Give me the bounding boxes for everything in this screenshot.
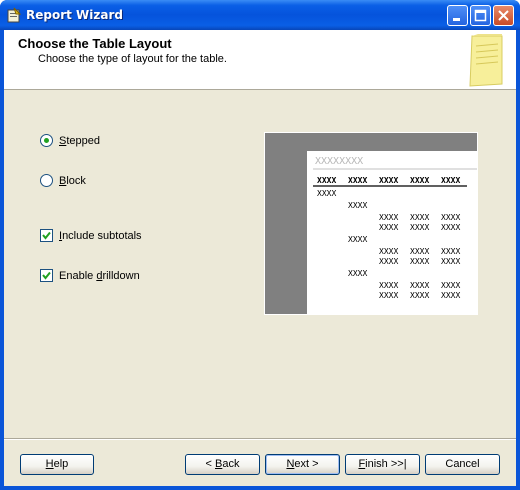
preview-table: XXXXXXXX XXXX XXXX XXXX XXXX XXXX XXXXXXXXXX… [313, 156, 477, 300]
preview-detail-cell: XXXX [441, 213, 460, 222]
preview-detail-cell: XXXX [441, 291, 460, 300]
preview-detail-cell: XXXX [441, 247, 460, 256]
title-bar[interactable]: Report Wizard [0, 0, 520, 30]
notepad-icon [469, 34, 503, 87]
include-subtotals-check[interactable] [40, 229, 53, 242]
preview-detail-cell: XXXX [410, 223, 429, 232]
block-label: Block [59, 174, 86, 187]
preview-detail-cell: XXXX [379, 213, 398, 222]
close-icon [498, 10, 509, 21]
preview-detail-cell: XXXX [410, 257, 429, 266]
preview-detail-cell: XXXX [410, 247, 429, 256]
enable-drilldown-checkbox[interactable]: Enable drilldown [40, 269, 140, 282]
preview-subgroup-cell: XXXX [348, 269, 367, 278]
close-button[interactable] [493, 5, 514, 26]
button-separator [4, 438, 516, 440]
preview-detail-cell: XXXX [379, 257, 398, 266]
finish-button[interactable]: Finish >>| [345, 454, 420, 475]
block-radio[interactable]: Block [40, 174, 86, 187]
preview-detail-cell: XXXX [410, 213, 429, 222]
preview-header-cell: XXXX [441, 176, 460, 185]
preview-detail-cell: XXXX [410, 291, 429, 300]
maximize-icon [474, 9, 487, 22]
preview-detail-cell: XXXX [379, 247, 398, 256]
next-button[interactable]: Next > [265, 454, 340, 475]
layout-preview: XXXXXXXX XXXX XXXX XXXX XXXX XXXX XXXX XXXX XX… [264, 132, 478, 315]
report-wizard-icon [7, 7, 22, 23]
stepped-label: Stepped [59, 134, 100, 147]
page-title: Choose the Table Layout [18, 36, 172, 51]
include-subtotals-checkbox[interactable]: Include subtotals [40, 229, 142, 242]
preview-subgroup-cell: XXXX [348, 235, 367, 244]
minimize-button[interactable] [447, 5, 468, 26]
preview-group-cell: XXXX [317, 189, 336, 198]
preview-header-cell: XXXX [379, 176, 398, 185]
window-title: Report Wizard [26, 8, 123, 22]
preview-header-cell: XXXX [410, 176, 429, 185]
maximize-button[interactable] [470, 5, 491, 26]
checkmark-icon [42, 271, 51, 280]
block-radio-button[interactable] [40, 174, 53, 187]
preview-detail-cell: XXXX [379, 281, 398, 290]
wizard-header: Choose the Table Layout Choose the type … [4, 30, 516, 90]
stepped-radio-button[interactable] [40, 134, 53, 147]
report-wizard-window: Report Wizard Choose the Table Layout Ch… [0, 0, 520, 490]
stepped-radio[interactable]: Stepped [40, 134, 100, 147]
preview-page: XXXXXXXX XXXX XXXX XXXX XXXX XXXX XXXX XXXX XX… [307, 151, 477, 314]
preview-detail-cell: XXXX [441, 257, 460, 266]
preview-header-cell: XXXX [317, 176, 336, 185]
checkmark-icon [42, 231, 51, 240]
preview-header-cell: XXXX [348, 176, 367, 185]
include-subtotals-label: Include subtotals [59, 229, 142, 242]
enable-drilldown-label: Enable drilldown [59, 269, 140, 282]
page-subtitle: Choose the type of layout for the table. [38, 53, 227, 65]
preview-detail-cell: XXXX [379, 291, 398, 300]
preview-detail-cell: XXXX [379, 223, 398, 232]
preview-title: XXXXXXXX [315, 156, 363, 167]
preview-subgroup-cell: XXXX [348, 201, 367, 210]
back-button[interactable]: < Back [185, 454, 260, 475]
dialog-client-area: Choose the Table Layout Choose the type … [4, 30, 516, 486]
minimize-icon [453, 18, 460, 21]
preview-detail-cell: XXXX [441, 223, 460, 232]
cancel-button[interactable]: Cancel [425, 454, 500, 475]
preview-detail-cell: XXXX [410, 281, 429, 290]
enable-drilldown-check[interactable] [40, 269, 53, 282]
help-button[interactable]: Help [20, 454, 94, 475]
preview-detail-cell: XXXX [441, 281, 460, 290]
